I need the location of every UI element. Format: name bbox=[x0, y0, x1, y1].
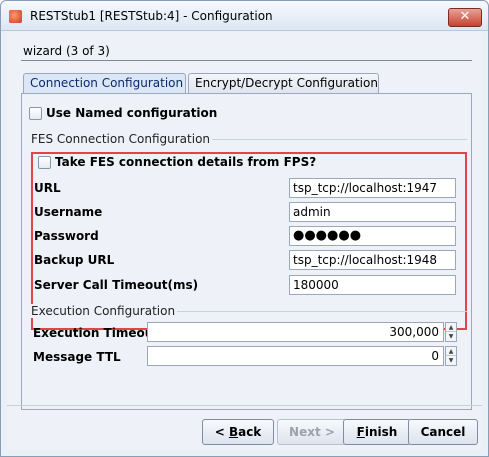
button-bar-separator bbox=[7, 405, 482, 406]
take-fes-from-fps-label: Take FES connection details from FPS? bbox=[55, 155, 317, 169]
backup-url-label: Backup URL bbox=[34, 253, 115, 267]
back-button-mnemonic: B bbox=[228, 425, 239, 439]
url-label: URL bbox=[34, 181, 61, 195]
fes-group-title: FES Connection Configuration bbox=[29, 132, 213, 146]
back-button-rest: ack bbox=[238, 425, 262, 439]
app-icon bbox=[9, 10, 22, 23]
execution-timeout-spinner[interactable]: ▲ ▼ bbox=[445, 322, 457, 342]
execution-timeout-label: Execution Timeout bbox=[33, 326, 160, 340]
finish-button[interactable]: Finish bbox=[343, 419, 411, 445]
password-label: Password bbox=[34, 229, 99, 243]
message-ttl-input[interactable]: 0 bbox=[147, 346, 444, 366]
use-named-configuration-checkbox[interactable] bbox=[29, 107, 42, 120]
username-label: Username bbox=[34, 205, 103, 219]
next-button[interactable]: Next > bbox=[277, 419, 347, 445]
message-ttl-spinner[interactable]: ▲ ▼ bbox=[445, 346, 457, 366]
wizard-step-label: wizard (3 of 3) bbox=[23, 44, 110, 58]
server-call-timeout-input[interactable]: 180000 bbox=[289, 275, 456, 295]
configuration-window: RESTStub1 [RESTStub:4] - Configuration ✕… bbox=[0, 0, 489, 457]
tab-encrypt-decrypt-configuration[interactable]: Encrypt/Decrypt Configuration bbox=[188, 73, 379, 93]
server-call-timeout-label: Server Call Timeout(ms) bbox=[34, 278, 199, 292]
title-bar[interactable]: RESTStub1 [RESTStub:4] - Configuration ✕ bbox=[1, 1, 488, 31]
back-button[interactable]: < Back bbox=[202, 419, 274, 445]
url-input[interactable]: tsp_tcp://localhost:1947 bbox=[289, 178, 456, 198]
spin-down-icon[interactable]: ▼ bbox=[446, 356, 456, 365]
message-ttl-label: Message TTL bbox=[33, 350, 121, 364]
use-named-configuration-label: Use Named configuration bbox=[46, 106, 218, 120]
username-input[interactable]: admin bbox=[289, 202, 456, 222]
execution-group-title: Execution Configuration bbox=[29, 304, 178, 318]
close-icon: ✕ bbox=[459, 9, 471, 24]
execution-timeout-input[interactable]: 300,000 bbox=[147, 322, 444, 342]
back-button-prefix: < bbox=[214, 425, 229, 439]
window-title: RESTStub1 [RESTStub:4] - Configuration bbox=[30, 9, 273, 23]
wizard-separator bbox=[21, 60, 472, 61]
cancel-button[interactable]: Cancel bbox=[408, 419, 478, 445]
finish-button-rest: inish bbox=[364, 425, 398, 439]
spin-up-icon[interactable]: ▲ bbox=[446, 323, 456, 332]
tab-connection-configuration[interactable]: Connection Configuration bbox=[23, 73, 186, 93]
close-button[interactable]: ✕ bbox=[448, 8, 482, 27]
backup-url-input[interactable]: tsp_tcp://localhost:1948 bbox=[289, 250, 456, 270]
spin-down-icon[interactable]: ▼ bbox=[446, 332, 456, 341]
take-fes-from-fps-checkbox[interactable] bbox=[38, 156, 51, 169]
password-input[interactable]: ●●●●●● bbox=[289, 226, 456, 246]
dialog-body: wizard (3 of 3) Connection Configuration… bbox=[7, 32, 482, 450]
spin-up-icon[interactable]: ▲ bbox=[446, 347, 456, 356]
finish-button-mnemonic: F bbox=[356, 425, 365, 439]
